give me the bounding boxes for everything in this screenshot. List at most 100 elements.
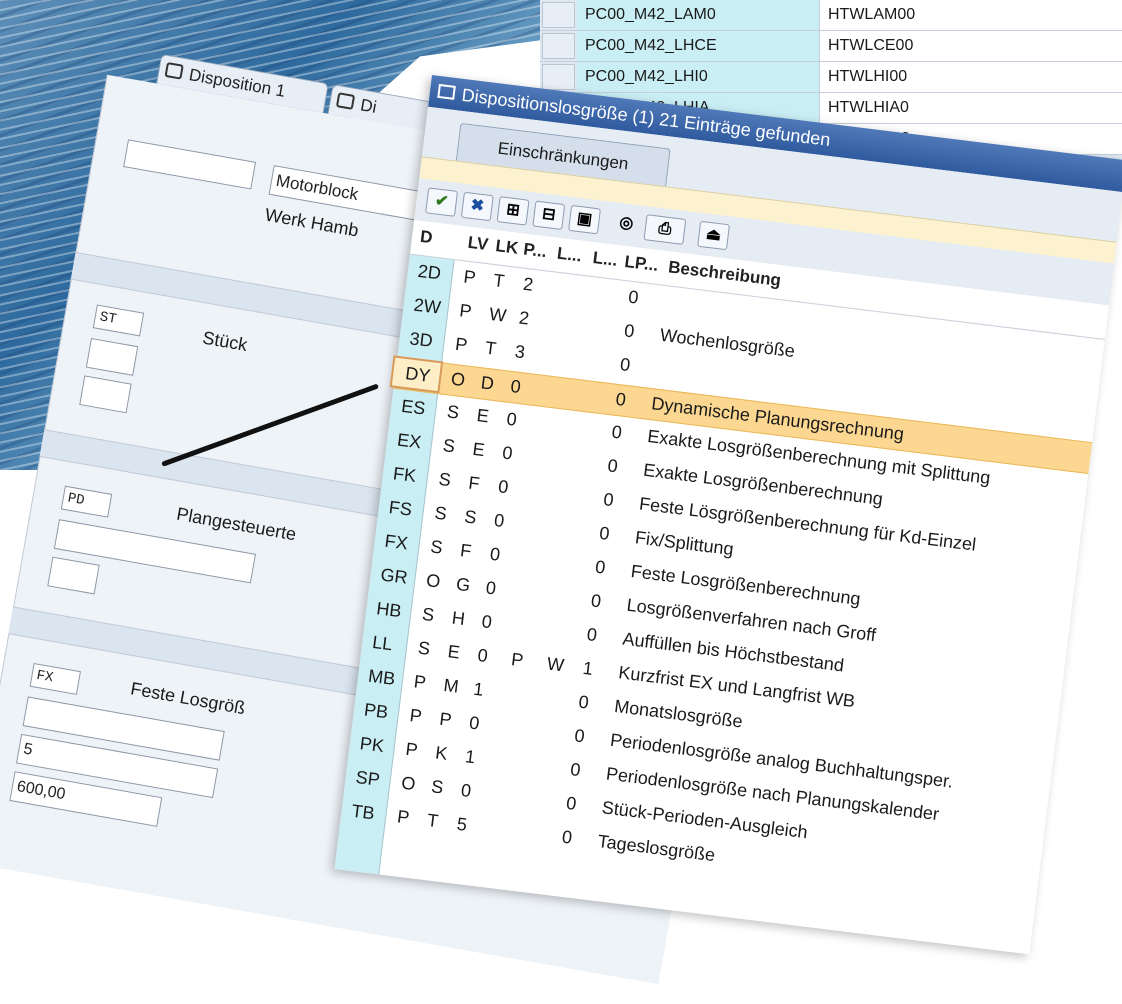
list-cell: EX [396, 429, 423, 453]
list-cell: 2 [517, 307, 531, 329]
table-cell: HTWLCE00 [820, 31, 1122, 61]
list-cell: 1 [472, 678, 485, 700]
list-cell: P [438, 708, 453, 731]
table-row[interactable]: PC00_M42_LHI0 HTWLHI00 [540, 62, 1122, 93]
list-cell: ES [400, 395, 427, 419]
description-cell: Fix/Splittung [633, 527, 735, 560]
list-cell: 0 [577, 691, 590, 713]
list-cell: 0 [565, 792, 578, 814]
list-cell: S [421, 603, 436, 626]
list-cell: S [437, 468, 452, 491]
list-cell: GR [379, 564, 409, 588]
list-cell: LL [371, 632, 394, 655]
print-icon[interactable]: ⎙ [643, 214, 687, 245]
list-cell: FS [387, 497, 414, 520]
list-cell: 0 [623, 320, 636, 342]
list-cell: 0 [598, 522, 611, 544]
list-cell: 0 [627, 286, 640, 308]
tab-label: Di [358, 95, 379, 117]
list-cell: P [412, 671, 428, 693]
column-header[interactable]: P... [522, 240, 547, 263]
tab-icon [335, 92, 356, 110]
list-cell: 0 [468, 712, 481, 734]
list-cell: T [492, 270, 506, 292]
list-cell: 0 [480, 611, 493, 633]
list-cell: S [445, 401, 461, 423]
description-cell: Monatslosgröße [613, 696, 744, 732]
list-cell: 0 [585, 624, 599, 646]
list-cell: 5 [455, 813, 469, 835]
list-cell: 0 [488, 543, 502, 565]
list-cell: O [400, 772, 417, 795]
list-cell: 1 [581, 657, 595, 679]
list-cell: 2 [522, 273, 535, 295]
column-header[interactable]: LV [467, 233, 490, 255]
list-cell: 0 [484, 577, 498, 599]
list-cell: W [488, 303, 508, 326]
list-cell: M [442, 675, 460, 697]
list-cell: 0 [594, 556, 607, 578]
cancel-icon[interactable]: ✖ [460, 191, 494, 222]
list-cell: S [429, 536, 444, 558]
list-cell: 0 [501, 442, 514, 464]
list-cell: 0 [497, 476, 510, 498]
column-header[interactable]: L... [592, 248, 619, 271]
list-cell: 0 [560, 826, 574, 848]
list-cell: S [433, 502, 448, 524]
column-header[interactable]: Beschreibung [667, 257, 782, 291]
list-cell: H [450, 607, 467, 629]
find-icon[interactable]: ⊞ [496, 196, 530, 226]
list-cell: P [396, 806, 411, 828]
column-header[interactable]: L... [556, 244, 583, 267]
list-cell: O [449, 368, 467, 391]
list-cell: 0 [573, 725, 586, 747]
list-cell: 3D [408, 328, 434, 351]
list-cell: 0 [618, 354, 632, 376]
row-selector[interactable] [542, 64, 575, 90]
table-row[interactable]: PC00_M42_LHCE HTWLCE00 [540, 31, 1122, 62]
column-header[interactable]: LK [494, 236, 520, 259]
list-cell: 0 [505, 408, 518, 430]
list-cell: TB [350, 800, 376, 824]
list-cell: 2W [412, 294, 442, 318]
list-cell: 0 [569, 759, 582, 781]
list-cell: W [545, 653, 566, 676]
list-cell: 0 [459, 779, 473, 802]
list-cell: FK [391, 463, 418, 486]
list-cell: K [434, 742, 449, 764]
list-cell: 3 [513, 341, 527, 363]
list-cell: 0 [606, 455, 619, 477]
list-cell: HB [375, 598, 403, 622]
window-icon [437, 83, 456, 100]
list-cell: 0 [509, 375, 522, 398]
export-icon[interactable]: ⏏ [697, 220, 731, 251]
list-cell: 2D [416, 260, 443, 284]
table-cell: PC00_M42_LAM0 [577, 0, 820, 30]
list-cell: 0 [610, 421, 624, 443]
row-selector[interactable] [542, 33, 575, 59]
list-cell: 1 [464, 746, 477, 768]
list-cell: E [471, 438, 486, 461]
list-cell: DY [404, 363, 432, 386]
info-icon[interactable]: ◎ [610, 210, 643, 239]
list-cell: MB [367, 665, 397, 689]
row-selector[interactable] [542, 2, 575, 28]
list-cell: SP [354, 767, 381, 790]
find-next-icon[interactable]: ⊟ [532, 200, 566, 231]
list-cell: T [425, 810, 440, 832]
list-cell: P [462, 266, 477, 288]
table-row[interactable]: PC00_M42_LAM0 HTWLAM00 [540, 0, 1122, 31]
list-cell: S [441, 435, 457, 457]
list-cell: FX [383, 530, 409, 554]
settings-icon[interactable]: ▣ [568, 204, 601, 235]
list-cell: P [404, 738, 419, 761]
list-cell: T [483, 337, 498, 359]
list-cell: PK [358, 733, 386, 757]
list-cell: D [479, 372, 496, 394]
column-header[interactable]: LP... [623, 252, 660, 276]
list-cell: 0 [589, 590, 603, 612]
confirm-icon[interactable]: ✔ [425, 187, 459, 217]
list-cell: S [430, 776, 445, 798]
description-cell: Tageslosgröße [596, 831, 717, 866]
column-header[interactable]: D [419, 227, 434, 248]
